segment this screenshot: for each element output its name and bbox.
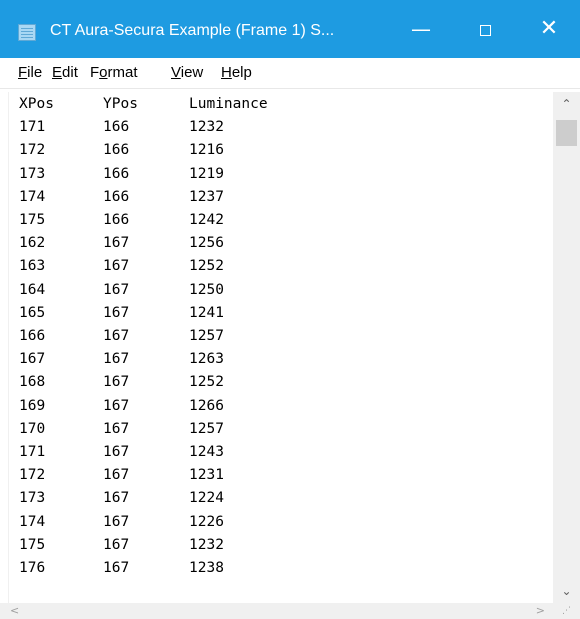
close-icon: ✕ xyxy=(539,16,559,41)
text-cell: 1257 xyxy=(189,328,224,344)
text-cell: 167 xyxy=(19,351,46,368)
text-cell: 1252 xyxy=(189,258,224,275)
text-cell: 167 xyxy=(103,328,130,344)
text-cell: 1226 xyxy=(189,513,224,530)
text-cell: 1256 xyxy=(189,235,224,252)
maximize-button[interactable] xyxy=(456,0,514,58)
text-cell: 162 xyxy=(19,235,46,252)
text-cell: 167 xyxy=(103,444,130,460)
notepad-icon[interactable] xyxy=(18,24,36,41)
text-cell: 172 xyxy=(19,467,46,484)
chevron-up-icon: ⌃ xyxy=(561,97,572,111)
text-cell: 176 xyxy=(19,560,46,576)
close-button[interactable]: ✕ xyxy=(520,0,578,58)
text-cell: 1263 xyxy=(189,351,224,368)
text-cell: 1237 xyxy=(189,188,224,205)
text-cell: 169 xyxy=(19,397,46,414)
text-cell: 173 xyxy=(19,490,46,507)
text-cell: 166 xyxy=(19,328,46,344)
scroll-right-button[interactable]: > xyxy=(536,603,545,619)
text-cell: 165 xyxy=(19,304,46,321)
text-cell: 1231 xyxy=(189,467,224,484)
text-cell: 171 xyxy=(19,444,46,460)
text-cell: 167 xyxy=(103,513,130,530)
text-cell: 166 xyxy=(103,188,130,205)
text-cell: 1238 xyxy=(189,560,224,576)
text-editor-area[interactable]: XPos YPos Luminance 171 166 1232 172 166 1216 173… xyxy=(8,92,554,603)
text-cell: 175 xyxy=(19,212,46,228)
text-cell: 167 xyxy=(103,281,130,298)
text-cell: 167 xyxy=(103,351,130,368)
text-cell: 1241 xyxy=(189,304,224,321)
title-bar[interactable]: CT Aura-Secura Example (Frame 1) S... — … xyxy=(0,0,580,58)
text-cell: 1266 xyxy=(189,397,224,414)
text-cell: 173 xyxy=(19,165,46,182)
text-cell: 1216 xyxy=(189,142,224,159)
text-cell: 166 xyxy=(103,142,130,159)
text-cell: 163 xyxy=(19,258,46,275)
scroll-down-button[interactable]: ⌄ xyxy=(553,579,580,603)
scroll-up-button[interactable]: ⌃ xyxy=(553,92,580,116)
minimize-button[interactable]: — xyxy=(392,0,450,58)
text-cell: 171 xyxy=(19,119,46,136)
minimize-icon: — xyxy=(411,17,431,41)
text-cell: 168 xyxy=(19,374,46,391)
text-cell: 174 xyxy=(19,188,46,205)
text-cell: 167 xyxy=(103,397,130,414)
text-cell: 167 xyxy=(103,420,130,437)
window-title: CT Aura-Secura Example (Frame 1) S... xyxy=(50,22,335,39)
menu-view[interactable]: View xyxy=(171,64,203,81)
text-cell: 166 xyxy=(103,119,130,136)
text-cell: 167 xyxy=(103,235,130,252)
text-cell: 167 xyxy=(103,467,130,484)
text-cell: 170 xyxy=(19,420,46,437)
vertical-scroll-thumb[interactable] xyxy=(556,120,577,146)
text-cell: XPos xyxy=(19,96,54,112)
text-cell: 1252 xyxy=(189,374,224,391)
text-cell: 1242 xyxy=(189,212,224,228)
text-cell: 1250 xyxy=(189,281,224,298)
menu-help[interactable]: Help xyxy=(221,64,252,81)
text-cell: 164 xyxy=(19,281,46,298)
text-cell: 167 xyxy=(103,374,130,391)
text-cell: 167 xyxy=(103,536,130,553)
text-cell: 166 xyxy=(103,165,130,182)
text-cell: 174 xyxy=(19,513,46,530)
menu-format[interactable]: Format xyxy=(90,64,138,81)
menu-file[interactable]: File xyxy=(18,64,42,81)
text-cell: YPos xyxy=(103,96,138,112)
text-cell: Luminance xyxy=(189,96,268,112)
chevron-down-icon: ⌄ xyxy=(561,584,572,598)
text-cell: 167 xyxy=(103,560,130,576)
text-cell: 1224 xyxy=(189,490,224,507)
text-cell: 172 xyxy=(19,142,46,159)
text-cell: 1257 xyxy=(189,420,224,437)
menu-bar: File Edit Format View Help xyxy=(0,58,580,89)
text-cell: 1243 xyxy=(189,444,224,460)
text-cell: 1232 xyxy=(189,119,224,136)
resize-grip-icon[interactable]: ⋰ xyxy=(553,603,580,619)
text-cell: 1232 xyxy=(189,536,224,553)
scroll-left-button[interactable]: < xyxy=(10,603,19,619)
text-cell: 166 xyxy=(103,212,130,228)
text-cell: 1219 xyxy=(189,165,224,182)
text-cell: 167 xyxy=(103,258,130,275)
maximize-icon xyxy=(480,25,491,36)
horizontal-scrollbar[interactable]: < > xyxy=(0,603,553,619)
menu-edit[interactable]: Edit xyxy=(52,64,78,81)
text-cell: 175 xyxy=(19,536,46,553)
text-cell: 167 xyxy=(103,490,130,507)
vertical-scrollbar[interactable]: ⌃ ⌄ xyxy=(553,92,580,603)
text-cell: 167 xyxy=(103,304,130,321)
